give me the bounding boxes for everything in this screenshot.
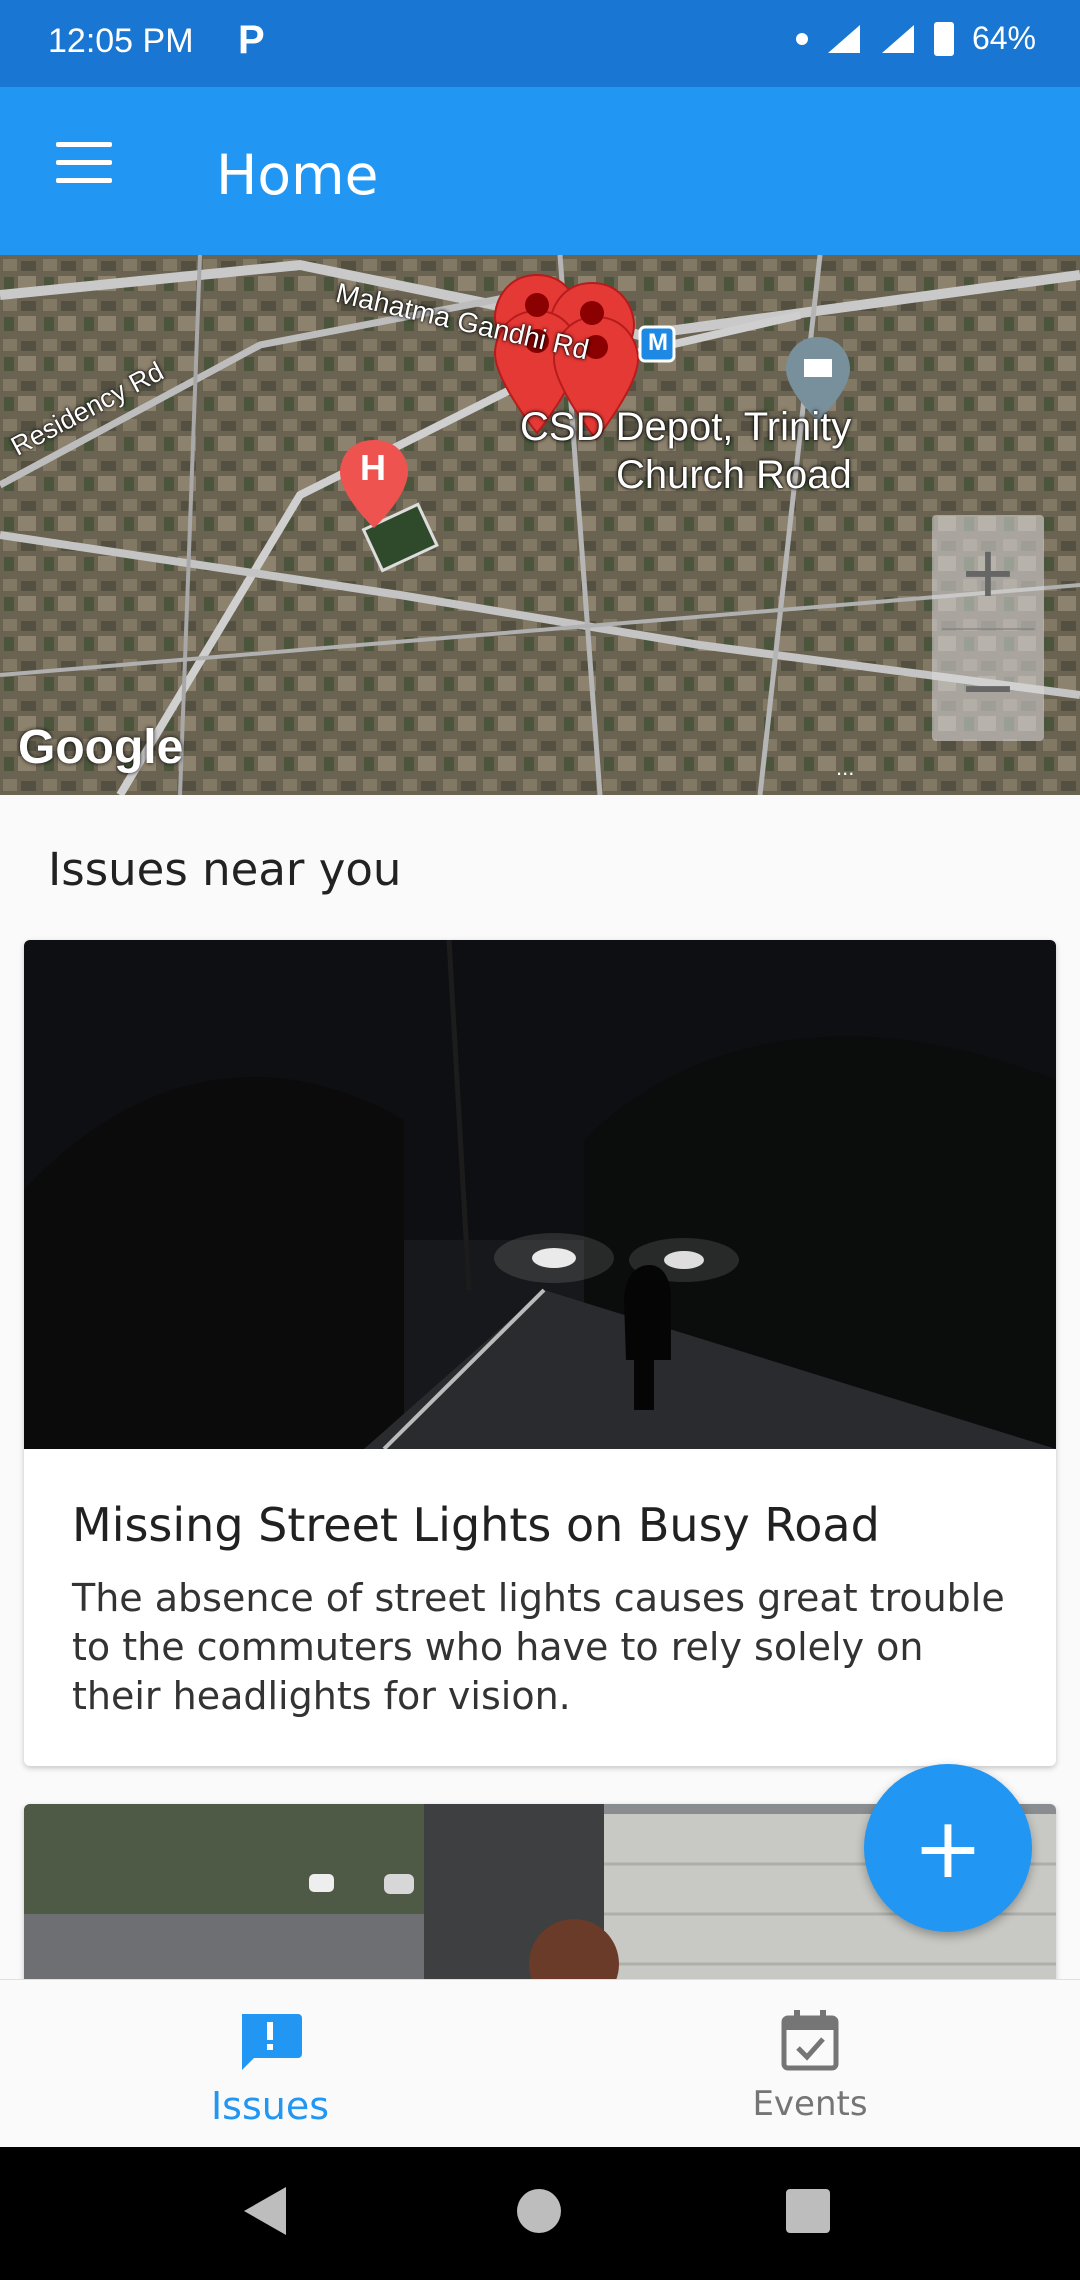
nav-label-events: Events	[752, 2084, 868, 2124]
battery-percent: 64%	[971, 20, 1036, 56]
home-icon[interactable]	[517, 2189, 561, 2233]
status-icons: 64%	[795, 20, 1036, 57]
section-title: Issues near you	[48, 843, 402, 896]
parking-app-icon: P	[238, 18, 265, 62]
system-navigation-bar	[0, 2147, 1080, 2280]
bottom-navigation: Issues Events	[0, 1979, 1080, 2147]
google-logo: Google	[18, 721, 184, 774]
status-time: 12:05 PM	[48, 22, 194, 60]
recent-apps-icon[interactable]	[786, 2189, 830, 2233]
issue-report-icon	[242, 2014, 302, 2070]
map-attribution-more[interactable]: ...	[836, 755, 854, 781]
calendar-check-icon	[781, 2010, 839, 2071]
nav-item-issues[interactable]: Issues	[0, 1980, 540, 2148]
issue-description: The absence of street lights causes grea…	[72, 1576, 1005, 1718]
map-zoom-controls: + −	[932, 515, 1044, 741]
zoom-out-button[interactable]: −	[932, 630, 1044, 743]
nav-item-events[interactable]: Events	[540, 1980, 1080, 2148]
map-place-label: CSD Depot, Trinity	[520, 405, 852, 449]
hamburger-menu-icon[interactable]	[46, 142, 122, 202]
status-bar: 12:05 PM P 64%	[0, 0, 1080, 87]
app-bar: Home	[0, 87, 1080, 255]
map-view[interactable]: Mahatma Gandhi Rd Residency Rd CSD Depot…	[0, 255, 1080, 795]
issue-card[interactable]: Missing Street Lights on Busy Road The a…	[24, 940, 1056, 1766]
signal-icon	[827, 24, 860, 53]
hospital-icon: H	[360, 447, 386, 488]
page-title: Home	[216, 143, 379, 207]
metro-icon: M	[648, 329, 668, 356]
signal-icon-2	[881, 24, 914, 53]
map-place-label-2: Church Road	[616, 453, 852, 497]
notification-dot-icon	[795, 32, 808, 45]
issue-image	[24, 940, 1056, 1449]
nav-label-issues: Issues	[210, 2084, 330, 2128]
back-icon[interactable]	[244, 2187, 286, 2235]
add-issue-button[interactable]: +	[864, 1764, 1032, 1932]
battery-icon	[933, 21, 954, 56]
zoom-in-button[interactable]: +	[932, 515, 1044, 628]
issue-title: Missing Street Lights on Busy Road	[72, 1498, 880, 1552]
